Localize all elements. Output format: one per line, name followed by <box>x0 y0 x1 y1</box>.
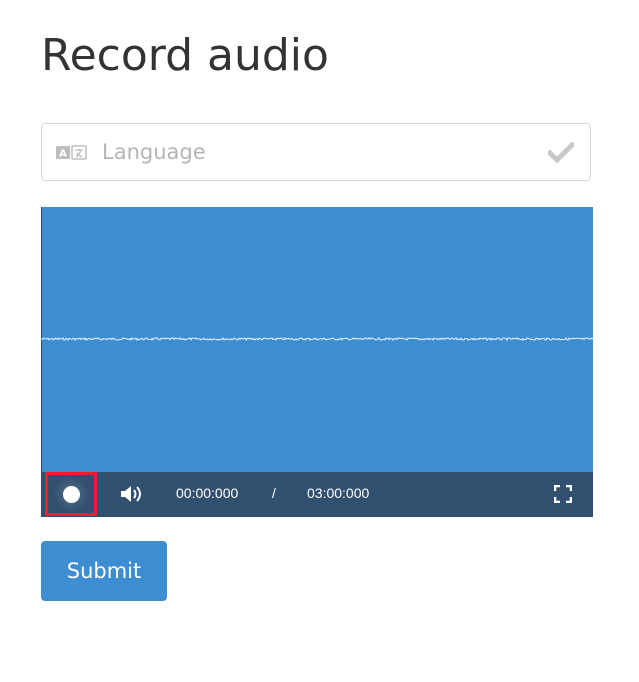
record-button[interactable] <box>45 472 97 516</box>
time-separator: / <box>272 485 276 501</box>
audio-recorder: 00:00:000 / 03:00:000 <box>41 207 593 517</box>
total-time: 03:00:000 <box>307 485 370 501</box>
svg-text:A: A <box>59 149 67 160</box>
check-icon <box>548 142 574 164</box>
fullscreen-icon[interactable] <box>554 485 572 503</box>
page-title: Record audio <box>41 30 329 81</box>
submit-button[interactable]: Submit <box>41 541 167 601</box>
player-controls: 00:00:000 / 03:00:000 <box>41 472 593 517</box>
translate-icon: A <box>56 145 87 160</box>
language-input[interactable] <box>102 124 522 180</box>
language-field[interactable]: A <box>41 123 591 181</box>
current-time: 00:00:000 <box>176 485 239 501</box>
volume-icon[interactable] <box>119 484 143 504</box>
record-icon <box>62 485 80 503</box>
waveform <box>41 337 593 342</box>
